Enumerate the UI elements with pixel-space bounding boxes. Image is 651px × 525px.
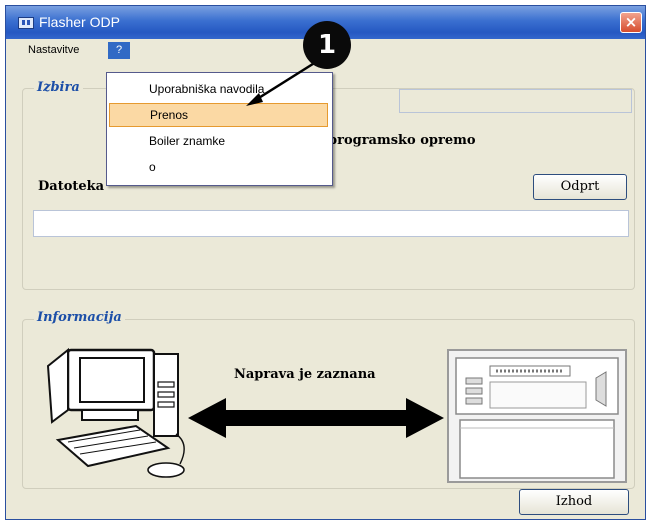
callout-arrow-icon xyxy=(246,60,317,106)
callout-number-badge: 1 xyxy=(303,21,351,69)
